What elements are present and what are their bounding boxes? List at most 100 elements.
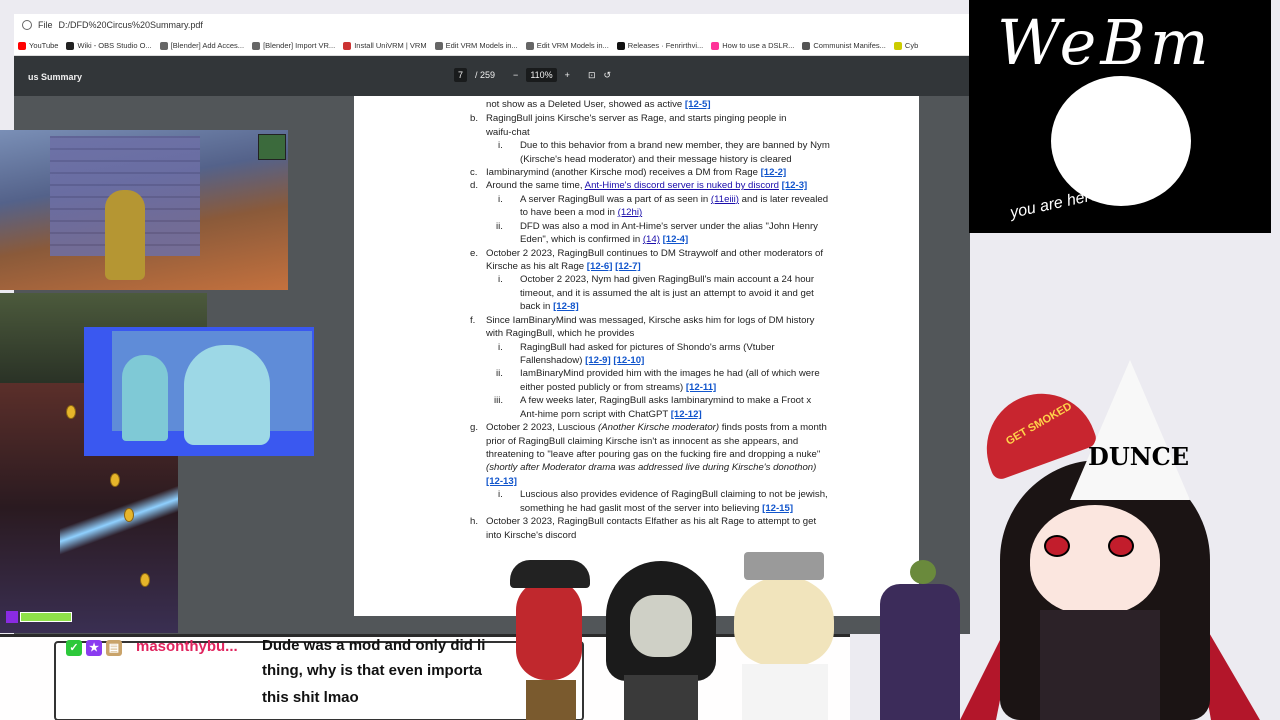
bookmark-item[interactable]: Wiki - OBS Studio O... [66,41,152,50]
doc-line: not show as a Deleted User, showed as ac… [486,99,711,110]
bookmark-item[interactable]: Edit VRM Models in... [434,41,518,50]
doc-line: Since IamBinaryMind was messaged, Kirsch… [486,315,815,326]
cartoon-character [122,355,168,441]
doc-line: threatening to "leave after pouring gas … [486,449,821,460]
doc-ref[interactable]: [12-13] [486,475,517,488]
guest-avatar-goth [600,555,720,720]
pdf-title: us Summary [28,72,83,82]
avatar-face [1030,505,1160,615]
chat-message-line: this shit lmao [262,689,359,706]
info-icon[interactable] [22,20,32,30]
doc-line: either posted publicly or from streams) … [520,382,717,393]
vrm-icon [343,41,352,50]
stream-scene: File D:/DFD%20Circus%20Summary.pdf YouTu… [0,0,1280,720]
star-badge-icon: ★ [86,640,102,656]
list-marker: ii. [496,368,503,379]
doc-line: with RagingBull, which he provides [486,328,635,339]
doc-line: IamBinaryMind provided him with the imag… [520,368,820,379]
doc-line: Iambinarymind (another Kirsche mod) rece… [486,167,787,178]
bookmark-item[interactable]: [Blender] Import VR... [252,41,335,50]
dunce-hat-text: DUNCE [1088,442,1190,471]
address-bar[interactable]: File D:/DFD%20Circus%20Summary.pdf [14,14,970,36]
doc-line: Due to this behavior from a brand new me… [520,140,830,151]
zoom-out-icon[interactable]: − [513,70,518,80]
list-marker: f. [470,315,476,326]
bookmark-item[interactable]: Edit VRM Models in... [525,41,609,50]
bookmarks-bar: YouTube Wiki - OBS Studio O... [Blender]… [14,36,970,56]
chat-message-line: thing, why is that even importa [262,662,483,679]
doc-line: to have been a mod in (12hi) [520,207,643,218]
bookmark-item[interactable]: How to use a DSLR... [711,41,794,50]
doc-line: into Kirsche's discord [486,530,577,541]
zoom-in-icon[interactable]: + [565,70,570,80]
doc-link[interactable]: Ant-Hime's discord server is nuked by di… [585,180,779,191]
bookmark-item[interactable]: Communist Manifes... [802,41,886,50]
page-total: / 259 [475,70,496,80]
doc-line: waifu-chat [486,127,530,138]
zoom-level[interactable]: 110% [526,68,557,82]
doc-line: RagingBull joins Kirsche's server as Rag… [486,113,787,124]
bookmark-item[interactable]: Install UniVRM | VRM [343,41,427,50]
doc-line: Fallenshadow) [12-9] [12-10] [520,355,645,366]
doc-line: October 3 2023, RagingBull contacts Elfa… [486,516,817,527]
webm-title: WeBm [997,6,1213,79]
list-marker: b. [470,113,479,124]
avatar-body [1040,610,1160,720]
chat-badges: ✓ ★ ▤ [66,640,122,656]
coin-icon [110,473,120,487]
doc-link[interactable]: (14) [643,234,660,245]
minimap [258,134,286,160]
energy-meter [6,610,72,624]
bookmark-item[interactable]: [Blender] Add Acces... [159,41,244,50]
sub-badge-icon: ▤ [106,640,122,656]
game-character [105,190,145,280]
doc-line: A server RagingBull was a part of as see… [520,194,829,205]
cartoon-overlay [84,327,314,456]
bookmark-item[interactable]: Releases · Fenrirthvi... [616,41,703,50]
doc-link[interactable]: (12hi) [618,207,643,218]
coin-icon [66,405,76,419]
guest-avatar-cat [720,552,850,720]
cartoon-character [184,345,270,445]
list-marker: g. [470,422,479,433]
list-marker: ii. [496,221,503,232]
coin-icon [124,508,134,522]
doc-link[interactable]: (11eiii) [711,194,739,205]
guest-avatar-knuckles [500,560,600,720]
doc-line: back in [12-8] [520,301,579,312]
avatar-eye [1108,535,1134,557]
bookmark-item[interactable]: Cyb [893,41,918,50]
pdf-controls: 7 / 259 − 110% + ⊡ ↺ [454,68,611,82]
page-icon [802,41,811,50]
dunce-hat [1070,360,1190,500]
doc-line: Ant-hime porn script with ChatGPT [12-12… [520,409,702,420]
fit-page-icon[interactable]: ⊡ [588,70,596,81]
bookmark-item[interactable]: YouTube [18,41,58,50]
doc-line: prior of RagingBull claiming Kirsche isn… [486,436,799,447]
game-overlay [0,130,288,290]
page-icon [159,41,168,50]
youtube-icon [18,41,26,50]
doc-line: Kirsche as his alt Rage [12-6] [12-7] [486,261,641,272]
doc-line: October 2 2023, RagingBull continues to … [486,248,824,259]
avatar-eye [1044,535,1070,557]
page-number-input[interactable]: 7 [454,68,468,82]
list-marker: i. [498,140,503,151]
page-icon [711,41,720,50]
doc-line: A few weeks later, RagingBull asks Iambi… [520,395,812,406]
chat-username[interactable]: masonthybu... [136,638,238,655]
pdf-toolbar: us Summary 7 / 259 − 110% + ⊡ ↺ [14,56,970,96]
list-marker: d. [470,180,479,191]
list-marker: e. [470,248,479,259]
rotate-icon[interactable]: ↺ [603,70,611,81]
doc-line: RagingBull had asked for pictures of Sho… [520,342,775,353]
doc-line: DFD was also a mod in Ant-Hime's server … [520,221,818,232]
list-marker: i. [498,489,503,500]
doc-line: October 2 2023, Nym had given RagingBull… [520,274,815,285]
list-marker: h. [470,516,479,527]
obs-icon [66,41,75,50]
pencil-icon [6,611,18,623]
vtuber-avatar: GET SMOKED DUNCE [960,360,1280,720]
list-marker: i. [498,342,503,353]
url-text[interactable]: D:/DFD%20Circus%20Summary.pdf [59,20,203,30]
